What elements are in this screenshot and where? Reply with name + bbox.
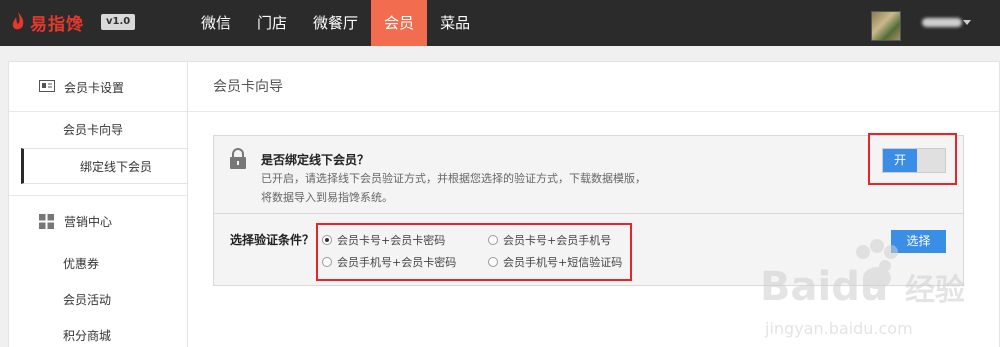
divider [9, 184, 187, 196]
chevron-down-icon[interactable] [963, 20, 971, 25]
nav-item-member[interactable]: 会员 [371, 0, 428, 46]
bind-description-line: 已开启，请选择线下会员验证方式，并根据您选择的验证方式，下载数据模版， [261, 172, 646, 185]
sidebar-group-marketing: 营销中心 [9, 196, 187, 246]
username-redacted[interactable] [922, 18, 962, 27]
nav-item-store[interactable]: 门店 [244, 0, 300, 46]
main-nav: 微信 门店 微餐厅 会员 菜品 [188, 0, 483, 46]
watermark-cn: 经验 [905, 273, 965, 308]
highlight-box-toggle [868, 133, 957, 185]
brand-name: 易指馋 [30, 14, 84, 35]
top-bar: 易指馋 v1.0 微信 门店 微餐厅 会员 菜品 [0, 0, 1000, 46]
sidebar-group-member-card: 会员卡设置 [9, 62, 187, 112]
bind-toggle-row: 是否绑定线下会员？ 已开启，请选择线下会员验证方式，并根据您选择的验证方式，下载… [214, 136, 963, 214]
watermark-url: jingyan.baidu.com [764, 319, 913, 338]
verify-condition-label: 选择验证条件？ [230, 233, 315, 247]
member-card-icon [39, 80, 55, 92]
sidebar-group-title: 营销中心 [64, 215, 113, 229]
sidebar-item-points-mall[interactable]: 积分商城 [9, 318, 187, 347]
lock-icon [230, 148, 246, 169]
grid-icon [39, 214, 54, 229]
sidebar-item-bind-offline-member[interactable]: 绑定线下会员 [21, 148, 187, 184]
bind-description: 已开启，请选择线下会员验证方式，并根据您选择的验证方式，下载数据模版， 将数据导… [261, 169, 646, 207]
bind-question: 是否绑定线下会员？ [261, 153, 370, 167]
nav-item-dishes[interactable]: 菜品 [427, 0, 483, 46]
sidebar-item-member-activity[interactable]: 会员活动 [9, 282, 187, 318]
sidebar-group-title: 会员卡设置 [64, 81, 125, 95]
sidebar: 会员卡设置 会员卡向导 绑定线下会员 营销中心 优惠券 会员活动 积分商城 [8, 61, 188, 347]
logo[interactable]: 易指馋 [10, 8, 84, 36]
baidu-jingyan-watermark: Baidu 经验 jingyan.baidu.com [760, 239, 965, 338]
watermark-brand: Baidu [760, 264, 888, 310]
flame-logo-icon [12, 12, 24, 30]
avatar[interactable] [871, 11, 901, 41]
nav-item-micro-restaurant[interactable]: 微餐厅 [300, 0, 371, 46]
sidebar-item-card-wizard[interactable]: 会员卡向导 [9, 112, 187, 148]
bind-description-line: 将数据导入到易指馋系统。 [261, 191, 393, 204]
nav-item-wechat[interactable]: 微信 [188, 0, 244, 46]
page-title: 会员卡向导 [188, 62, 999, 112]
highlight-box-options [316, 223, 632, 281]
sidebar-item-coupons[interactable]: 优惠券 [9, 246, 187, 282]
version-badge: v1.0 [101, 14, 136, 30]
